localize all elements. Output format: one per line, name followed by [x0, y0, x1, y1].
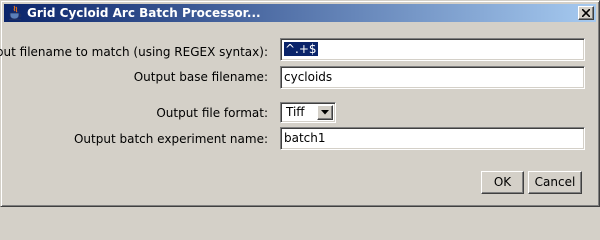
output-base-label: Output base filename:	[133, 70, 268, 84]
output-format-label: Output file format:	[156, 106, 268, 120]
ok-button[interactable]: OK	[481, 171, 524, 194]
output-format-value: Tiff	[286, 105, 305, 119]
java-cup-icon	[7, 5, 23, 21]
title-bar[interactable]: Grid Cycloid Arc Batch Processor...	[4, 4, 596, 22]
window-title: Grid Cycloid Arc Batch Processor...	[27, 6, 261, 20]
batch-name-field[interactable]: batch1	[280, 127, 585, 150]
close-icon	[582, 9, 590, 17]
input-pattern-value: ^.+$	[284, 42, 318, 56]
output-format-select[interactable]: Tiff	[280, 102, 336, 123]
dropdown-button[interactable]	[317, 105, 333, 120]
input-pattern-label: Input filename to match (using REGEX syn…	[0, 45, 268, 59]
batch-name-label: Output batch experiment name:	[73, 132, 268, 146]
close-button[interactable]	[578, 6, 594, 20]
chevron-down-icon	[321, 110, 329, 115]
output-base-field[interactable]: cycloids	[280, 66, 585, 89]
dialog-window: Grid Cycloid Arc Batch Processor... Inpu…	[0, 0, 600, 207]
cancel-button[interactable]: Cancel	[528, 171, 582, 194]
input-pattern-field[interactable]: ^.+$	[280, 38, 585, 61]
